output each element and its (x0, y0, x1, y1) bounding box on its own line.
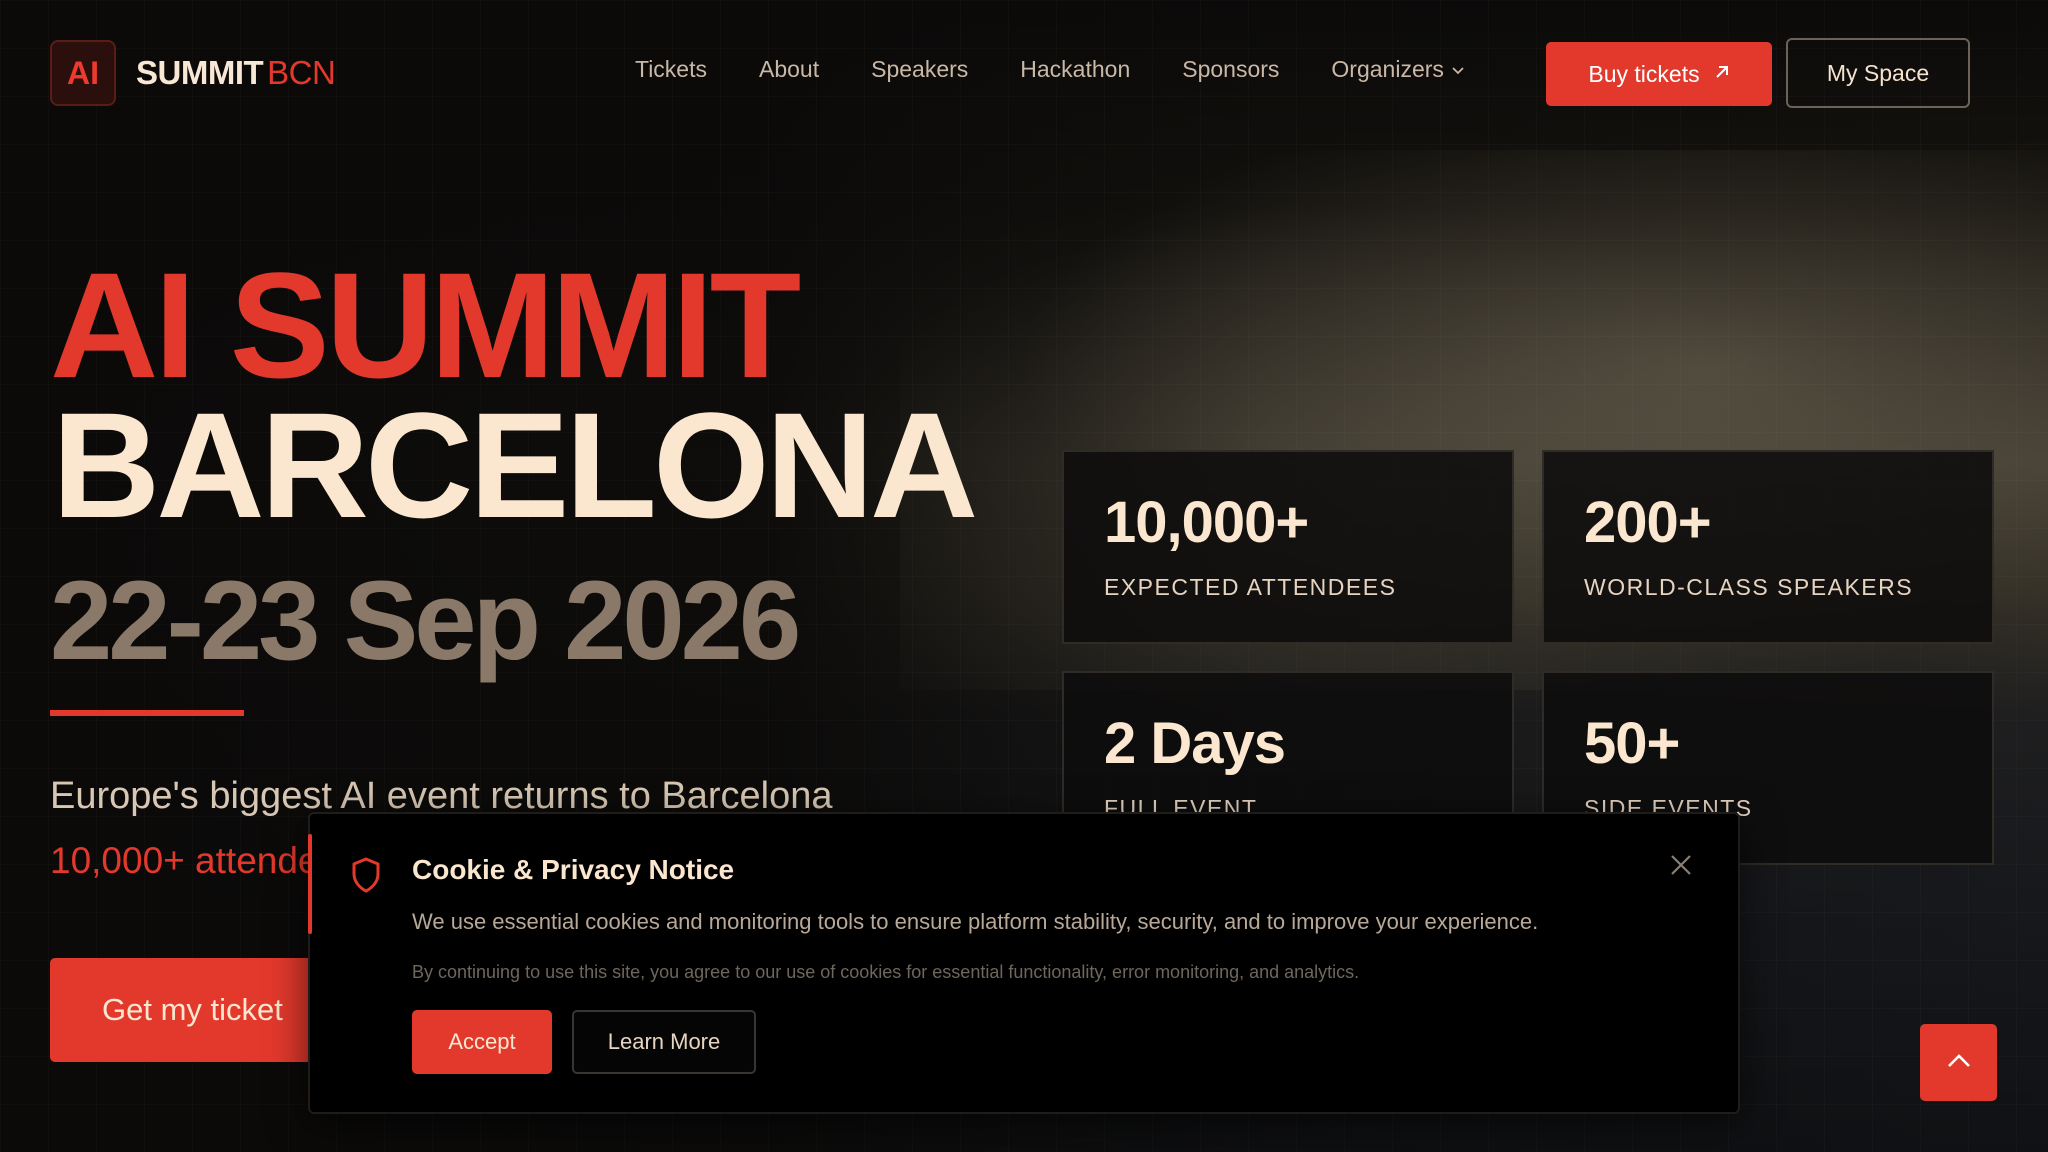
hero-title-line1: AI SUMMIT (50, 241, 801, 409)
logo-suffix: BCN (267, 54, 336, 91)
buy-tickets-label: Buy tickets (1588, 60, 1700, 87)
shield-icon (350, 856, 382, 894)
chevron-up-icon (1947, 1054, 1971, 1071)
accent-divider (50, 710, 244, 716)
cookie-fineprint: By continuing to use this site, you agre… (412, 962, 1360, 982)
stat-value: 10,000+ (1104, 490, 1309, 555)
arrow-up-right-icon (1714, 63, 1730, 86)
site-logo[interactable]: AI SUMMIT BCN (50, 40, 336, 106)
stat-card-attendees: 10,000+ EXPECTED ATTENDEES (1062, 450, 1514, 644)
nav-organizers-label: Organizers (1331, 56, 1444, 82)
cookie-notice-dialog: Cookie & Privacy Notice We use essential… (308, 812, 1740, 1114)
stat-value: 50+ (1584, 711, 1680, 776)
scroll-to-top-button[interactable] (1920, 1024, 1997, 1101)
stat-value: 200+ (1584, 490, 1712, 555)
my-space-button[interactable]: My Space (1786, 38, 1970, 108)
logo-name: SUMMIT (136, 54, 264, 91)
logo-badge: AI (50, 40, 116, 106)
nav-about[interactable]: About (759, 56, 819, 83)
stat-value: 2 Days (1104, 711, 1286, 776)
nav-sponsors[interactable]: Sponsors (1182, 56, 1279, 83)
get-ticket-button[interactable]: Get my ticket (50, 958, 330, 1062)
main-nav: Tickets About Speakers Hackathon Sponsor… (635, 56, 1516, 83)
nav-hackathon[interactable]: Hackathon (1020, 56, 1130, 83)
buy-tickets-button[interactable]: Buy tickets (1546, 42, 1772, 106)
cookie-title: Cookie & Privacy Notice (412, 854, 735, 885)
hero-title-line2: BARCELONA (52, 381, 978, 549)
learn-more-button[interactable]: Learn More (572, 1010, 756, 1074)
nav-organizers[interactable]: Organizers (1331, 56, 1464, 83)
chevron-down-icon (1452, 62, 1464, 78)
nav-speakers[interactable]: Speakers (871, 56, 968, 83)
stat-label: EXPECTED ATTENDEES (1104, 574, 1397, 600)
stat-card-speakers: 200+ WORLD-CLASS SPEAKERS (1542, 450, 1994, 644)
nav-tickets[interactable]: Tickets (635, 56, 707, 83)
stat-label: WORLD-CLASS SPEAKERS (1584, 574, 1914, 600)
logo-wordmark: SUMMIT BCN (136, 54, 336, 92)
close-icon[interactable] (1666, 852, 1696, 882)
cookie-description: We use essential cookies and monitoring … (412, 909, 1539, 934)
accept-cookies-button[interactable]: Accept (412, 1010, 552, 1074)
event-date: 22-23 Sep 2026 (50, 558, 801, 683)
